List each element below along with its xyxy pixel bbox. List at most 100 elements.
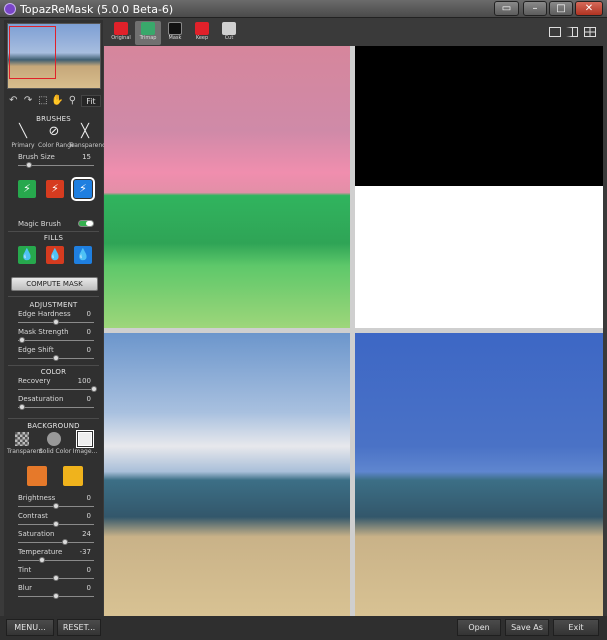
brightness-slider[interactable] [18,503,94,509]
slider-thumb[interactable] [62,539,69,545]
exit-button[interactable]: Exit [553,619,599,636]
menu-button[interactable]: MENU... [6,619,54,636]
slider-thumb[interactable] [18,337,25,343]
primary-brush-button[interactable]: ╲ Primary [7,124,39,149]
mask-strength-label: Mask Strength [18,328,69,336]
reset-button[interactable]: RESET... [57,619,101,636]
saturation-value: 24 [82,530,91,538]
close-button[interactable]: ✕ [575,1,603,16]
desaturation-value: 0 [86,395,91,403]
slider-thumb[interactable] [53,521,59,527]
blur-value: 0 [86,584,91,592]
saturation-label: Saturation [18,530,55,538]
adjustment-heading: ADJUSTMENT [29,301,78,309]
selection-icon[interactable]: ⬚ [37,94,50,108]
slider-thumb[interactable] [53,593,59,599]
temperature-slider[interactable] [18,557,94,563]
slider-thumb[interactable] [18,404,25,410]
mode-keep[interactable]: Keep [189,21,215,45]
topaz-app-icon [4,3,16,15]
contrast-value: 0 [86,512,91,520]
brightness-label: Brightness [18,494,56,502]
solid-color-background-button[interactable]: Solid Color [39,432,71,455]
window-extra-button[interactable]: ▭ [494,1,519,16]
mode-trimap[interactable]: Trimap [135,21,161,45]
quad-view-icon[interactable] [584,27,596,37]
edge-hardness-value: 0 [86,310,91,318]
mode-cut-label: Cut [224,35,234,41]
trimap-apple-icon [141,22,155,35]
result-preview-pane[interactable] [355,333,603,616]
mask-strength-slider[interactable] [18,337,94,343]
slider-thumb[interactable] [91,386,97,392]
save-as-button[interactable]: Save As [505,619,549,636]
magic-brush-label: Magic Brush [18,220,61,228]
original-preview-pane[interactable] [104,333,350,616]
mask-apple-icon [168,22,182,35]
compute-mask-button[interactable]: COMPUTE MASK [11,277,98,291]
window-title: TopazReMask (5.0.0 Beta-6) [20,3,174,16]
slider-thumb[interactable] [53,575,59,581]
zoom-fit-select[interactable]: Fit [80,95,101,107]
maximize-button[interactable]: □ [549,1,573,16]
mode-cut[interactable]: Cut [216,21,242,45]
navigator-viewport-frame[interactable] [9,26,56,79]
desaturation-label: Desaturation [18,395,64,403]
color-range-brush-label: Color Range [38,142,75,149]
background-heading: BACKGROUND [27,422,80,430]
divider [8,365,99,366]
slider-thumb[interactable] [53,319,59,325]
edge-hardness-slider[interactable] [18,319,94,325]
desaturation-slider[interactable] [18,404,94,410]
color-heading: COLOR [40,368,67,376]
cut-fill-button[interactable]: 💧 [46,246,64,264]
blur-slider[interactable] [18,593,94,599]
image-label: Image... [72,448,98,455]
keep-fill-button[interactable]: 💧 [18,246,36,264]
minimize-button[interactable]: – [523,1,547,16]
open-button[interactable]: Open [457,619,501,636]
background-image-select-button[interactable] [63,466,83,486]
compute-brush-color-button[interactable]: ⚡ [71,177,95,201]
mode-original[interactable]: Original [108,21,134,45]
title-bar: TopazReMask (5.0.0 Beta-6) ▭ – □ ✕ [0,0,607,18]
keep-brush-color-button[interactable]: ⚡ [18,180,36,198]
image-background-button[interactable]: Image... [70,430,100,455]
compute-fill-button[interactable]: 💧 [74,246,92,264]
transparent-background-button[interactable]: Transparent [7,432,43,455]
transparency-brush-icon: ╳ [81,124,89,139]
color-range-brush-button[interactable]: ⊘ Color Range [38,124,75,149]
recovery-slider[interactable] [18,386,97,392]
navigator-thumbnail[interactable] [7,23,101,89]
hand-icon[interactable]: ✋ [51,94,64,108]
cut-brush-color-button[interactable]: ⚡ [46,180,64,198]
magic-brush-toggle[interactable] [78,220,94,227]
fills-heading: FILLS [43,234,64,242]
saturation-slider[interactable] [18,539,94,545]
image-icon [76,430,94,448]
mode-mask[interactable]: Mask [162,21,188,45]
redo-icon[interactable]: ↷ [22,94,35,108]
single-view-icon[interactable] [549,27,561,37]
temperature-value: -37 [79,548,91,556]
split-view-icon[interactable] [566,27,578,37]
tint-slider[interactable] [18,575,94,581]
left-panel: ↶ ↷ ⬚ ✋ ⚲ Fit BRUSHES ╲ Primary ⊘ Color … [4,20,109,616]
transparency-brush-button[interactable]: ╳ Transparency [69,124,109,149]
brush-size-slider-thumb[interactable] [26,162,33,168]
contrast-slider[interactable] [18,521,94,527]
undo-icon[interactable]: ↶ [7,94,20,108]
tint-label: Tint [18,566,32,574]
slider-thumb[interactable] [53,355,59,361]
image-canvas[interactable] [104,46,603,616]
slider-thumb[interactable] [53,503,59,509]
bottom-bar: MENU... RESET... Open Save As Exit [0,616,607,640]
mask-preview-pane[interactable] [355,46,603,328]
trimap-preview-pane[interactable] [104,46,350,328]
edge-shift-slider[interactable] [18,355,94,361]
background-color-swatch-button[interactable] [27,466,47,486]
zoom-icon[interactable]: ⚲ [66,94,79,108]
slider-thumb[interactable] [38,557,45,563]
brush-size-slider[interactable] [18,162,94,168]
mode-original-label: Original [111,35,131,41]
